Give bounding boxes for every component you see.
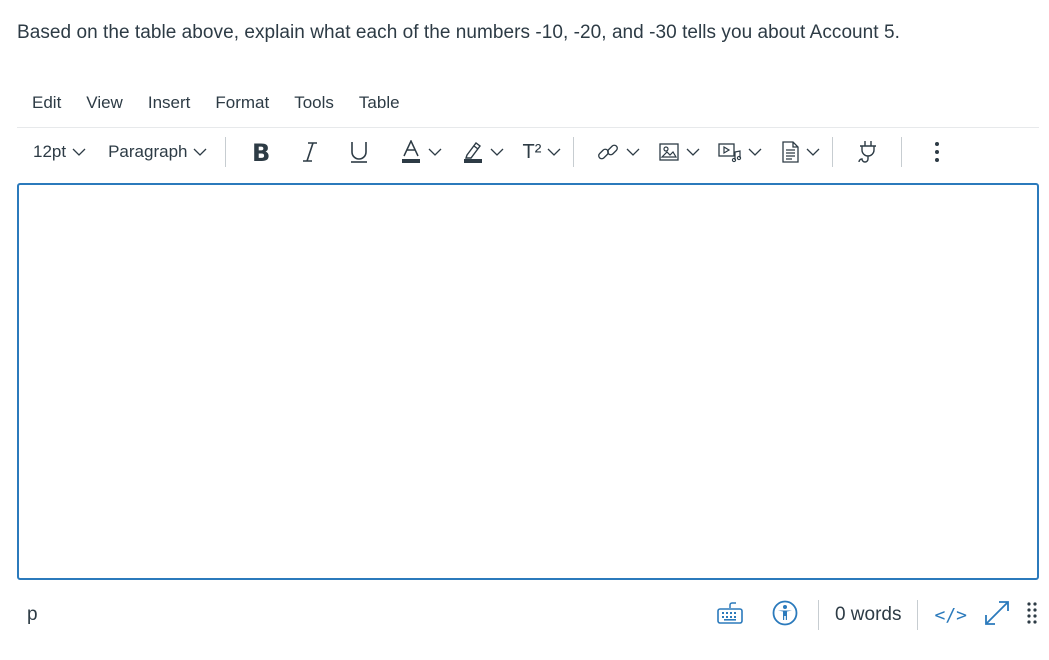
menu-table[interactable]: Table [344,89,410,117]
media-icon [718,141,742,163]
block-format-select[interactable]: Paragraph [102,135,213,169]
keyboard-icon [716,601,744,630]
resize-handle[interactable] [1019,601,1039,629]
chevron-down-icon [547,148,561,156]
editor-menubar: Edit View Insert Format Tools Table [17,88,410,118]
highlighter-icon [462,140,484,164]
bold-button[interactable]: B [244,135,278,169]
italic-button[interactable] [294,135,326,169]
font-size-select[interactable]: 12pt [27,135,92,169]
document-icon [780,141,800,163]
superscript-icon: T² [522,140,542,163]
chevron-down-icon [428,148,442,156]
expand-icon [983,599,1011,632]
menu-tools[interactable]: Tools [279,89,344,117]
superscript-button[interactable]: T² [516,135,567,169]
menu-format[interactable]: Format [200,89,279,117]
word-count[interactable]: 0 words [827,604,910,626]
statusbar-separator [917,600,919,630]
code-icon: </> [934,604,967,626]
italic-icon [300,140,320,164]
toolbar-separator [901,137,903,167]
more-button[interactable] [928,135,946,169]
chevron-down-icon [490,148,504,156]
menu-view[interactable]: View [71,89,133,117]
underline-button[interactable] [342,135,376,169]
chevron-down-icon [626,148,640,156]
fullscreen-button[interactable] [975,599,1019,632]
image-button[interactable] [652,135,706,169]
editor-statusbar: p 0 words </> [17,596,1039,634]
accessibility-icon [772,600,798,631]
drag-handle-icon [1027,601,1037,629]
html-editor-toggle[interactable]: </> [926,605,975,626]
font-size-value: 12pt [33,142,67,161]
chevron-down-icon [806,148,820,156]
plug-icon [857,140,879,164]
question-prompt: Based on the table above, explain what e… [17,22,900,43]
keyboard-shortcuts-button[interactable] [708,601,752,630]
apps-button[interactable] [851,135,885,169]
document-button[interactable] [774,135,826,169]
editor-toolbar: 12pt Paragraph B T² [17,130,1039,174]
text-color-icon [400,140,422,164]
media-button[interactable] [712,135,768,169]
menu-edit[interactable]: Edit [17,89,71,117]
element-path[interactable]: p [27,604,38,626]
underline-icon [348,140,370,164]
chevron-down-icon [686,148,700,156]
text-color-button[interactable] [394,135,448,169]
link-button[interactable] [590,135,646,169]
chevron-down-icon [193,148,207,156]
rich-text-editor-area[interactable] [17,183,1039,580]
menu-insert[interactable]: Insert [133,89,201,117]
chevron-down-icon [72,148,86,156]
more-vertical-icon [934,141,940,163]
image-icon [658,141,680,163]
block-format-value: Paragraph [108,142,188,161]
link-icon [596,140,620,164]
accessibility-checker-button[interactable] [764,600,806,631]
menubar-divider [17,127,1039,128]
statusbar-separator [817,600,819,630]
toolbar-separator [832,137,834,167]
toolbar-separator [573,137,575,167]
chevron-down-icon [748,148,762,156]
svg-text:B: B [252,140,270,164]
highlight-color-button[interactable] [456,135,510,169]
bold-icon: B [250,140,272,164]
toolbar-separator [225,137,227,167]
